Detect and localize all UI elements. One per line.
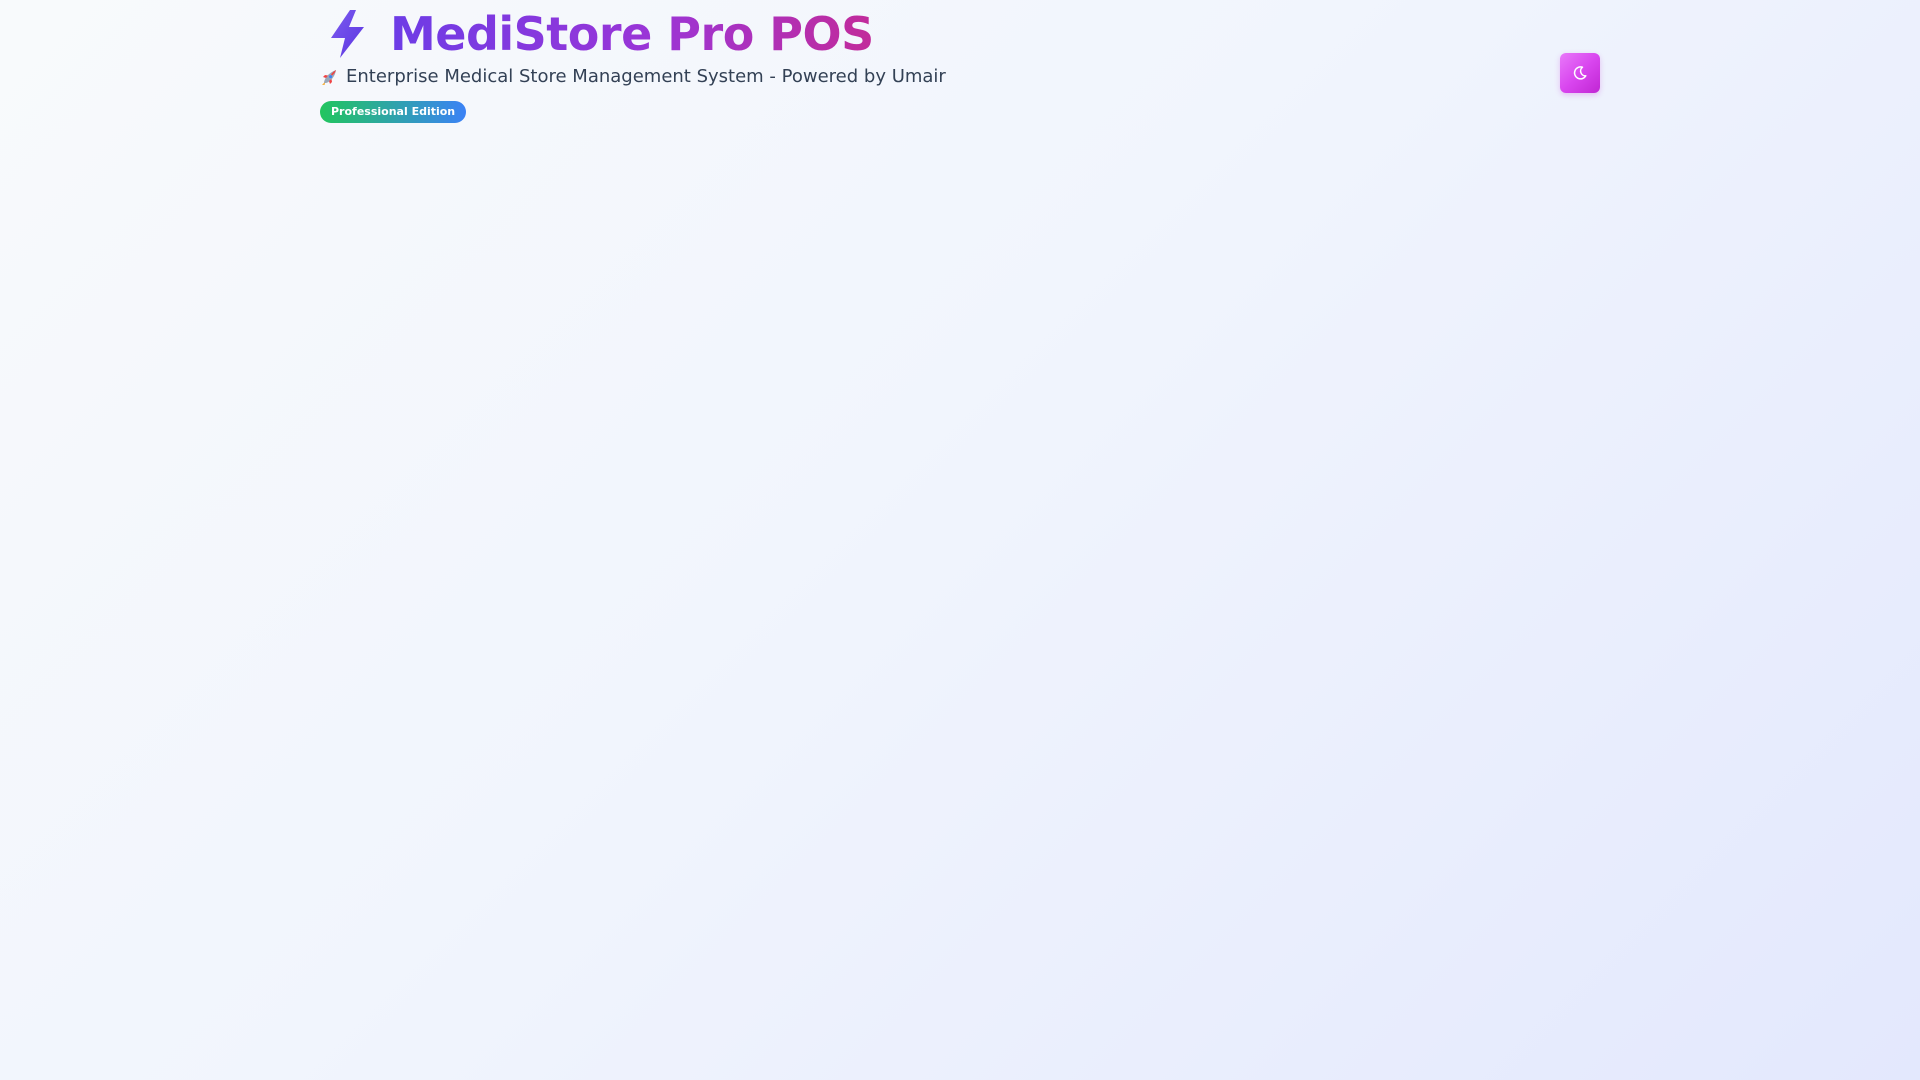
lightning-bolt-icon xyxy=(320,7,376,61)
brand: MediStore Pro POS xyxy=(320,6,874,62)
subtitle-row: Enterprise Medical Store Management Syst… xyxy=(320,66,946,87)
rocket-icon xyxy=(320,67,340,87)
theme-toggle-button[interactable] xyxy=(1560,53,1600,93)
app-header: MediStore Pro POS Enterprise Medical Sto… xyxy=(320,0,1600,130)
moon-icon xyxy=(1572,65,1588,81)
app-subtitle: Enterprise Medical Store Management Syst… xyxy=(346,66,946,87)
edition-badge: Professional Edition xyxy=(320,101,467,123)
app-title: MediStore Pro POS xyxy=(390,7,874,61)
